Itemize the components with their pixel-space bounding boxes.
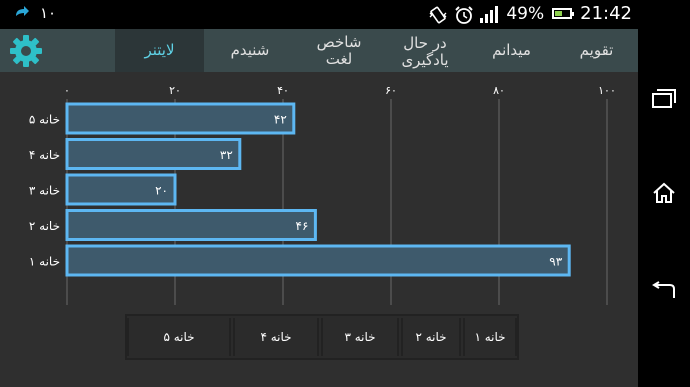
bar-value-label: ۲۰ (155, 184, 168, 198)
battery-level (555, 11, 562, 16)
legend-item[interactable]: خانه ۵ (127, 318, 231, 356)
status-bar: ۱۰ 49% 21:42 (0, 0, 690, 29)
vibrate-icon (428, 5, 447, 23)
x-tick-label: ۲۰ (169, 84, 181, 97)
battery-icon (552, 8, 575, 19)
recent-apps-icon[interactable] (638, 77, 690, 121)
back-icon[interactable] (638, 269, 690, 313)
alarm-clock-icon (454, 5, 474, 24)
status-left: ۱۰ (14, 4, 56, 22)
tab-label: شاخص لغت (316, 32, 362, 68)
bar (65, 102, 296, 135)
bar-value-label: ۴۲ (274, 113, 287, 127)
tab-leitner[interactable]: لایتنر (115, 29, 204, 72)
bar (65, 244, 571, 277)
x-tick-label: ۸۰ (493, 84, 505, 97)
tab-heard[interactable]: شنیدم (204, 29, 296, 72)
x-tick-label: ۱۰۰ (598, 84, 616, 97)
legend-item[interactable]: خانه ۳ (321, 318, 399, 356)
tab-label: شنیدم (230, 41, 270, 59)
tab-bar: تقویم میدانم در حال یادگیری شاخص لغت شنی… (0, 29, 638, 72)
tab-known[interactable]: میدانم (468, 29, 555, 72)
tab-label: در حال یادگیری (401, 34, 449, 69)
status-right: 49% 21:42 (428, 3, 632, 24)
signal-h-icon (480, 5, 499, 23)
y-category-label: خانه ۵ (29, 113, 60, 127)
app-window: تقویم میدانم در حال یادگیری شاخص لغت شنی… (0, 29, 638, 387)
share-icon (14, 4, 30, 22)
tab-calendar[interactable]: تقویم (555, 29, 638, 72)
bar (65, 209, 317, 241)
legend-item[interactable]: خانه ۴ (233, 318, 319, 356)
legend-item[interactable]: خانه ۲ (401, 318, 461, 356)
x-tick-label: ۶۰ (385, 84, 397, 97)
x-tick-label: ۰ (64, 84, 70, 97)
bar-value-label: ۳۲ (220, 148, 233, 162)
legend-item[interactable]: خانه ۱ (463, 318, 517, 356)
tab-word-index[interactable]: شاخص لغت (296, 29, 382, 72)
tab-learning[interactable]: در حال یادگیری (382, 29, 468, 72)
y-category-label: خانه ۳ (29, 184, 60, 198)
x-tick-label: ۴۰ (277, 84, 289, 97)
tab-label: تقویم (579, 41, 614, 59)
battery-percent: 49% (506, 3, 545, 24)
y-category-label: خانه ۱ (29, 255, 60, 269)
y-category-label: خانه ۲ (29, 219, 60, 233)
notification-count: ۱۰ (40, 4, 57, 22)
chart-legend: خانه ۵ خانه ۴ خانه ۳ خانه ۲ خانه ۱ (125, 314, 519, 360)
chart-canvas: ۰ ۲۰ ۴۰ ۶۰ ۸۰ ۱۰۰ ۴۲ خانه ۵ ۳۲ خانه ۴ ۲۰ خانه ۳ ۴۶ خا… (29, 84, 616, 305)
navigation-bar (638, 29, 690, 387)
bar (65, 138, 242, 170)
tab-label: میدانم (492, 41, 531, 59)
bar-value-label: ۴۶ (296, 219, 309, 233)
home-icon[interactable] (638, 171, 690, 215)
bar-chart: ۰ ۲۰ ۴۰ ۶۰ ۸۰ ۱۰۰ ۴۲ خانه ۵ ۳۲ خانه ۴ ۲۰ خانه ۳ ۴۶ خا… (0, 72, 638, 322)
clock: 21:42 (580, 3, 632, 24)
tab-label: لایتنر (144, 41, 175, 59)
gear-icon[interactable] (8, 33, 44, 69)
y-category-label: خانه ۴ (29, 148, 60, 162)
bar-value-label: ۹۳ (549, 255, 562, 269)
